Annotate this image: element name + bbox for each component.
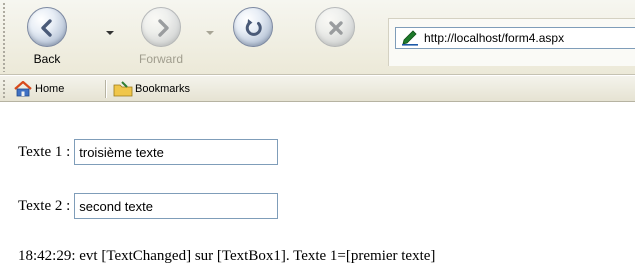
back-history-dropdown[interactable] [105, 28, 115, 38]
bookmarks-label: Bookmarks [135, 83, 191, 95]
texte2-label: Texte 2 : [18, 197, 71, 214]
bookmarks-toolbar: Home Bookmarks [0, 76, 635, 102]
texte1-label: Texte 1 : [18, 143, 71, 160]
forward-history-dropdown[interactable] [205, 28, 215, 38]
texte1-input[interactable] [74, 139, 279, 165]
back-arrow-icon [27, 7, 67, 47]
texte1-row: Texte 1 : [18, 138, 279, 166]
home-label: Home [35, 83, 65, 95]
forward-arrow-icon [141, 7, 181, 47]
bookmarks-toolbar-grip[interactable] [2, 79, 6, 99]
address-bar[interactable] [395, 27, 635, 49]
reload-button[interactable] [228, 4, 278, 70]
bookmarks-separator [105, 80, 107, 98]
forward-label: Forward [138, 52, 183, 66]
toolbar-grip[interactable] [2, 2, 6, 72]
stop-button[interactable] [310, 4, 360, 70]
home-icon [14, 81, 32, 97]
back-label: Back [33, 52, 61, 66]
texte2-row: Texte 2 : [18, 192, 279, 220]
stop-icon [315, 7, 355, 47]
texte2-input[interactable] [74, 193, 279, 219]
navigation-toolbar: Back Forward [0, 0, 635, 75]
bookmarks-folder-icon [113, 81, 133, 97]
reload-icon [233, 7, 273, 47]
bookmarks-button[interactable]: Bookmarks [110, 79, 193, 99]
event-log-message: 18:42:29: evt [TextChanged] sur [TextBox… [18, 248, 436, 264]
address-input[interactable] [424, 30, 634, 46]
address-bar-area [388, 18, 635, 66]
page-content: Texte 1 : Texte 2 : 18:42:29: evt [TextC… [0, 103, 635, 271]
forward-button[interactable]: Forward [124, 4, 198, 70]
home-button[interactable]: Home [10, 79, 67, 99]
back-button[interactable]: Back [12, 4, 82, 70]
page-edit-icon [401, 30, 419, 51]
